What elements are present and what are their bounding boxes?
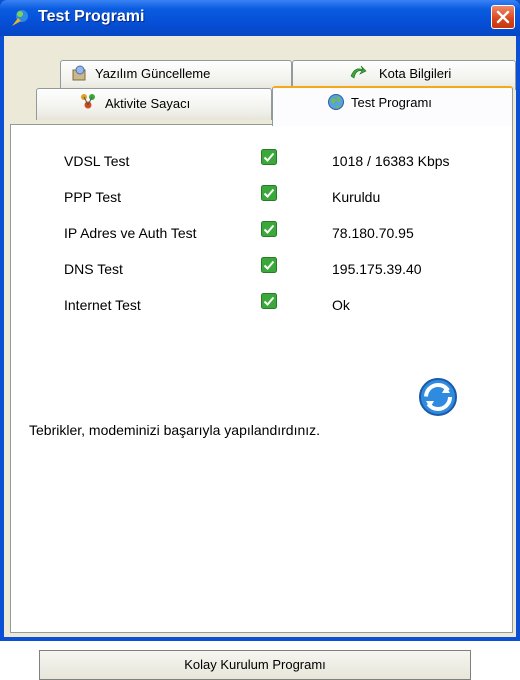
refresh-icon[interactable] bbox=[418, 377, 458, 417]
check-icon bbox=[261, 293, 277, 309]
close-button[interactable] bbox=[491, 5, 515, 29]
check-icon bbox=[261, 185, 277, 201]
window-client: Yazılım Güncelleme Kota Bilgileri Aktivi… bbox=[4, 36, 516, 680]
tab-label: Kota Bilgileri bbox=[379, 66, 452, 81]
tab-test-programi[interactable]: Test Programı bbox=[272, 86, 513, 126]
test-value: 195.175.39.40 bbox=[332, 261, 422, 277]
tab-label: Aktivite Sayacı bbox=[105, 96, 191, 111]
test-label: DNS Test bbox=[64, 261, 123, 277]
test-label: VDSL Test bbox=[64, 153, 130, 169]
software-update-icon bbox=[72, 65, 86, 81]
tab-label: Test Programı bbox=[351, 95, 432, 110]
tab-yazilim-guncelleme[interactable]: Yazılım Güncelleme bbox=[60, 60, 292, 90]
check-icon bbox=[261, 257, 277, 273]
check-icon bbox=[261, 149, 277, 165]
test-value: Kuruldu bbox=[332, 189, 381, 205]
tab-label: Yazılım Güncelleme bbox=[95, 66, 211, 81]
test-results-panel: VDSL Test 1018 / 16383 Kbps PPP Test Kur… bbox=[10, 124, 513, 680]
close-icon bbox=[496, 10, 510, 24]
test-label: PPP Test bbox=[64, 189, 122, 205]
activity-counter-icon bbox=[81, 94, 95, 109]
title-bar[interactable]: Test Programi bbox=[0, 0, 520, 36]
kolay-kurulum-button[interactable]: Kolay Kurulum Programı bbox=[39, 650, 471, 680]
test-value: 1018 / 16383 Kbps bbox=[332, 153, 450, 169]
globe-icon bbox=[328, 94, 344, 110]
check-icon bbox=[261, 221, 277, 237]
test-label: IP Adres ve Auth Test bbox=[64, 225, 197, 241]
tab-aktivite-sayaci[interactable]: Aktivite Sayacı bbox=[36, 88, 272, 120]
test-label: Internet Test bbox=[64, 297, 141, 313]
quota-arrow-icon bbox=[350, 65, 367, 79]
test-program-window: Test Programi Yazılım Güncelleme Kota Bi… bbox=[0, 0, 520, 680]
window-title: Test Programi bbox=[38, 8, 145, 25]
test-value: Ok bbox=[332, 297, 350, 313]
test-value: 78.180.70.95 bbox=[332, 225, 414, 241]
app-icon bbox=[12, 10, 28, 26]
success-message: Tebrikler, modeminizi başarıyla yapıland… bbox=[29, 422, 321, 438]
